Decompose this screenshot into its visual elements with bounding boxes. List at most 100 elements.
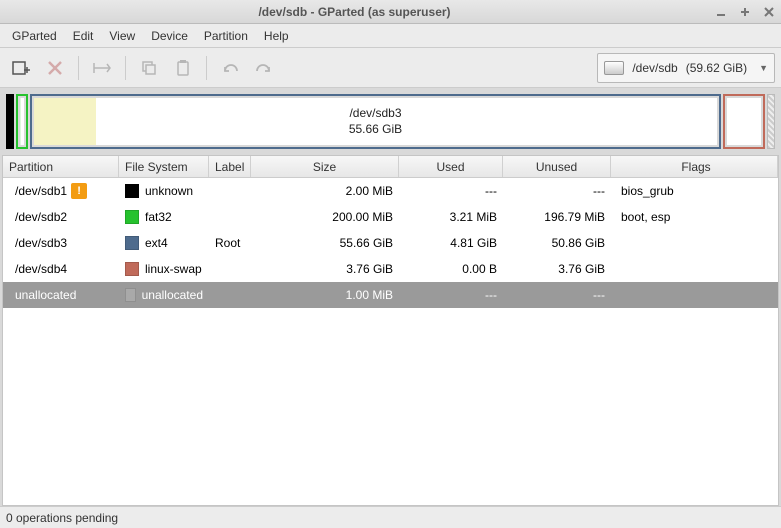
cell-flags: [611, 282, 778, 307]
cell-filesystem: fat32: [119, 204, 209, 229]
cell-unused: ---: [503, 178, 611, 203]
table-row[interactable]: /dev/sdb4linux-swap3.76 GiB0.00 B3.76 Gi…: [3, 256, 778, 282]
cell-partition: /dev/sdb2: [3, 204, 119, 229]
cell-size: 1.00 MiB: [251, 282, 399, 307]
device-selector[interactable]: /dev/sdb (59.62 GiB) ▼: [597, 53, 775, 83]
titlebar: /dev/sdb - GParted (as superuser): [0, 0, 781, 24]
col-flags[interactable]: Flags: [611, 156, 778, 177]
map-main-name: /dev/sdb3: [349, 106, 401, 122]
cell-label: Root: [209, 230, 251, 255]
cell-used: ---: [399, 178, 503, 203]
cell-label: [209, 256, 251, 281]
col-label[interactable]: Label: [209, 156, 251, 177]
cell-filesystem: linux-swap: [119, 256, 209, 281]
cell-size: 55.66 GiB: [251, 230, 399, 255]
warning-icon: !: [71, 183, 87, 199]
menu-edit[interactable]: Edit: [65, 26, 102, 46]
map-sdb2[interactable]: [16, 94, 28, 149]
new-partition-icon: [12, 59, 30, 77]
map-sdb4[interactable]: [723, 94, 765, 149]
cell-unused: 50.86 GiB: [503, 230, 611, 255]
col-partition[interactable]: Partition: [3, 156, 119, 177]
partition-name: /dev/sdb1: [15, 184, 67, 198]
cell-partition: /dev/sdb4: [3, 256, 119, 281]
cell-used: 0.00 B: [399, 256, 503, 281]
cell-used: ---: [399, 282, 503, 307]
delete-icon: [47, 60, 63, 76]
fs-color-swatch: [125, 210, 139, 224]
fs-color-swatch: [125, 236, 139, 250]
cell-size: 200.00 MiB: [251, 204, 399, 229]
cell-unused: 3.76 GiB: [503, 256, 611, 281]
paste-icon: [176, 60, 190, 76]
fs-name: unallocated: [142, 288, 203, 302]
cell-filesystem: ext4: [119, 230, 209, 255]
partition-table: Partition File System Label Size Used Un…: [2, 155, 779, 506]
menu-view[interactable]: View: [101, 26, 143, 46]
partition-name: /dev/sdb4: [15, 262, 67, 276]
cell-label: [209, 178, 251, 203]
cell-flags: [611, 230, 778, 255]
table-row[interactable]: /dev/sdb1!unknown2.00 MiB------bios_grub: [3, 178, 778, 204]
toolbar-separator: [125, 56, 126, 80]
partition-map: /dev/sdb3 55.66 GiB: [6, 94, 775, 149]
map-unallocated[interactable]: [767, 94, 775, 149]
table-row[interactable]: /dev/sdb2fat32200.00 MiB3.21 MiB196.79 M…: [3, 204, 778, 230]
menu-gparted[interactable]: GParted: [4, 26, 65, 46]
fs-color-swatch: [125, 288, 136, 302]
fs-color-swatch: [125, 262, 139, 276]
col-unused[interactable]: Unused: [503, 156, 611, 177]
menubar: GParted Edit View Device Partition Help: [0, 24, 781, 48]
menu-help[interactable]: Help: [256, 26, 297, 46]
cell-label: [209, 204, 251, 229]
redo-icon: [255, 61, 273, 75]
col-filesystem[interactable]: File System: [119, 156, 209, 177]
delete-partition-button: [40, 54, 70, 82]
cell-flags: [611, 256, 778, 281]
close-button[interactable]: [760, 4, 778, 20]
menu-partition[interactable]: Partition: [196, 26, 256, 46]
partition-name: /dev/sdb2: [15, 210, 67, 224]
copy-button: [134, 54, 164, 82]
table-row[interactable]: /dev/sdb3 ext4 Root55.66 GiB4.81 GiB50.86 …: [3, 230, 778, 256]
copy-icon: [141, 60, 157, 76]
table-row[interactable]: unallocatedunallocated1.00 MiB------: [3, 282, 778, 308]
fs-name: unknown: [145, 184, 193, 198]
fs-name: ext4: [145, 236, 168, 250]
toolbar-separator: [206, 56, 207, 80]
map-main-size: 55.66 GiB: [349, 122, 402, 138]
cell-used: 3.21 MiB: [399, 204, 503, 229]
resize-icon: [93, 61, 111, 75]
toolbar: /dev/sdb (59.62 GiB) ▼: [0, 48, 781, 88]
cell-filesystem: unknown: [119, 178, 209, 203]
paste-button: [168, 54, 198, 82]
cell-used: 4.81 GiB: [399, 230, 503, 255]
menu-device[interactable]: Device: [143, 26, 196, 46]
cell-flags: bios_grub: [611, 178, 778, 203]
col-used[interactable]: Used: [399, 156, 503, 177]
resize-move-button: [87, 54, 117, 82]
new-partition-button[interactable]: [6, 54, 36, 82]
map-sdb3[interactable]: /dev/sdb3 55.66 GiB: [30, 94, 721, 149]
cell-partition: /dev/sdb3: [3, 230, 119, 255]
device-size: (59.62 GiB): [686, 61, 747, 75]
toolbar-separator: [78, 56, 79, 80]
window-title: /dev/sdb - GParted (as superuser): [0, 5, 709, 19]
cell-unused: ---: [503, 282, 611, 307]
undo-icon: [221, 61, 239, 75]
maximize-button[interactable]: [736, 4, 754, 20]
fs-name: linux-swap: [145, 262, 202, 276]
fs-name: fat32: [145, 210, 172, 224]
map-sdb1[interactable]: [6, 94, 14, 149]
table-header: Partition File System Label Size Used Un…: [3, 156, 778, 178]
cell-partition: unallocated: [3, 282, 119, 307]
device-name: /dev/sdb: [632, 61, 677, 75]
col-size[interactable]: Size: [251, 156, 399, 177]
cell-flags: boot, esp: [611, 204, 778, 229]
table-body: /dev/sdb1!unknown2.00 MiB------bios_grub…: [3, 178, 778, 505]
cell-filesystem: unallocated: [119, 282, 209, 307]
undo-button: [215, 54, 245, 82]
status-text: 0 operations pending: [6, 511, 118, 525]
minimize-button[interactable]: [712, 4, 730, 20]
cell-partition: /dev/sdb1!: [3, 178, 119, 203]
